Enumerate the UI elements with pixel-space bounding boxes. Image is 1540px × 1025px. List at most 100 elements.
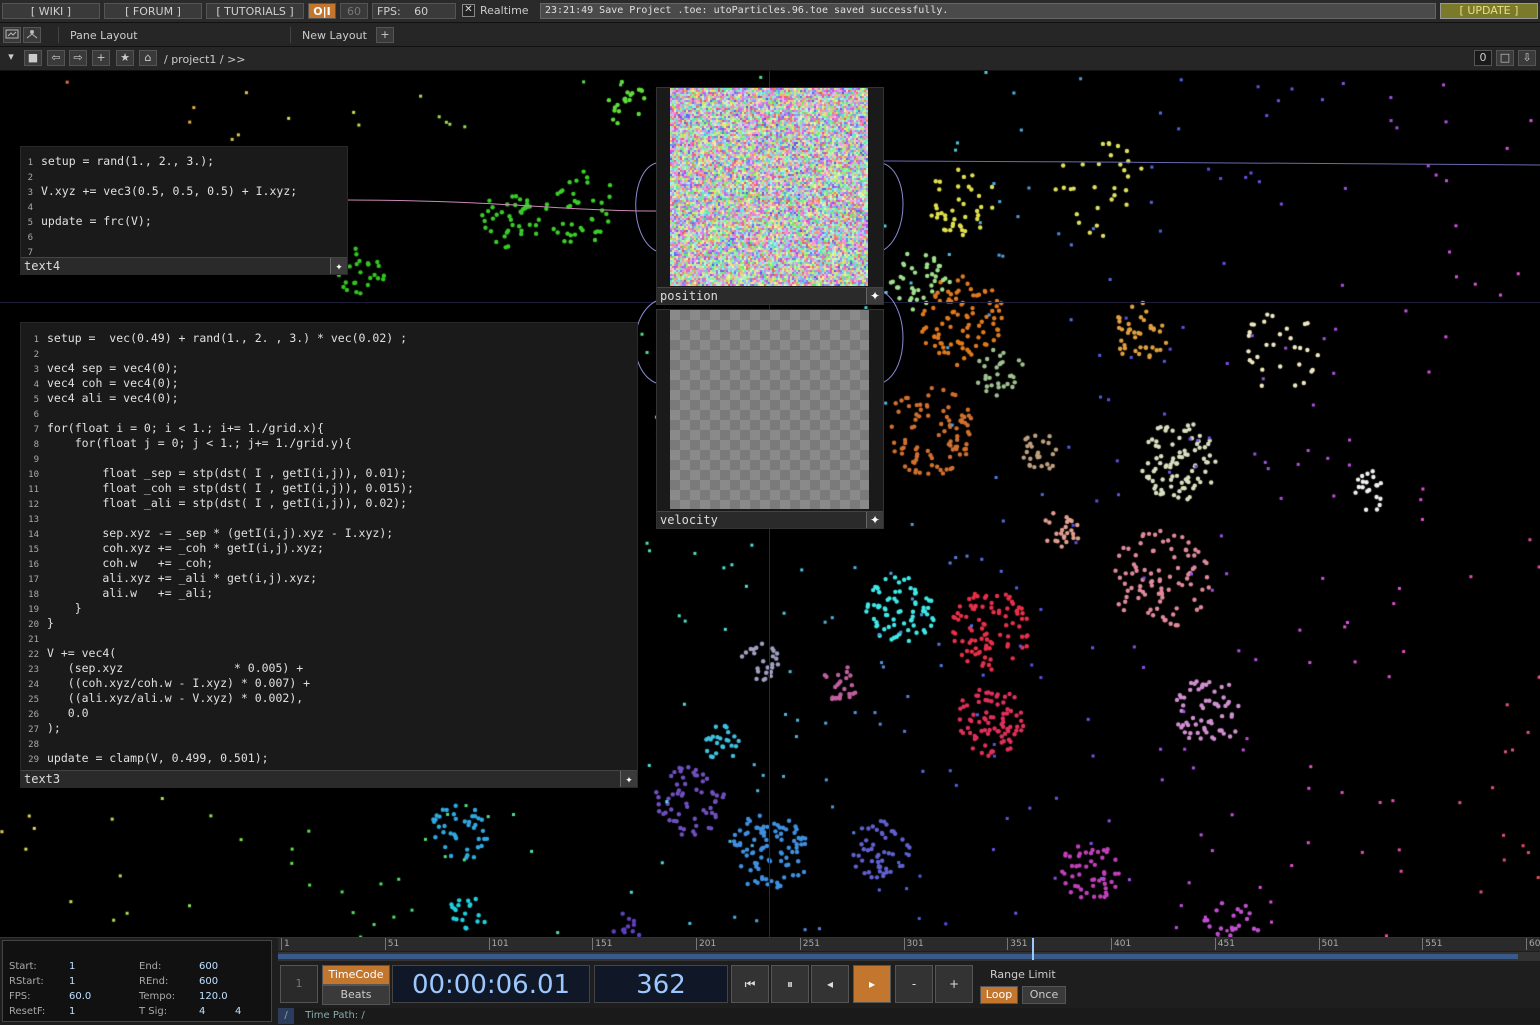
tsig-numerator[interactable]: 4 bbox=[199, 1006, 205, 1017]
code-line[interactable]: 20} bbox=[21, 616, 637, 631]
fps-value[interactable]: 60.0 bbox=[69, 991, 91, 1002]
wiki-button[interactable]: [ WIKI ] bbox=[2, 3, 100, 19]
code-line[interactable]: 26 0.0 bbox=[21, 706, 637, 721]
code-line[interactable]: 7 for(float i = 0; i < 1.; i+= 1./grid.x)… bbox=[21, 421, 637, 436]
breadcrumb[interactable]: / project1 / >> bbox=[164, 53, 246, 66]
viewer-toggle-icon[interactable]: ✦ bbox=[866, 288, 883, 304]
code-line[interactable]: 4 bbox=[21, 199, 347, 214]
resetf-value[interactable]: 1 bbox=[69, 1006, 75, 1017]
text4-code[interactable]: 1 setup = rand(1., 2., 3.); 2 3 V.xyz += vec… bbox=[21, 154, 347, 259]
rewind-button[interactable]: ⏮ bbox=[731, 965, 769, 1003]
once-button[interactable]: Once bbox=[1022, 986, 1066, 1004]
position-top[interactable]: position ✦ bbox=[656, 87, 884, 305]
text3-code[interactable]: 1 setup = vec(0.49) + rand(1., 2. , 3.) *… bbox=[21, 331, 637, 766]
code-line[interactable]: 16 coh.w += _coh; bbox=[21, 556, 637, 571]
beats-button[interactable]: Beats bbox=[322, 985, 390, 1005]
timeline-ruler[interactable]: 151101151201251301351401451501551600 bbox=[278, 938, 1540, 951]
tempo-label: Tempo: bbox=[139, 991, 176, 1002]
maximize-icon[interactable]: □ bbox=[1496, 50, 1514, 66]
code-line[interactable]: 1 setup = vec(0.49) + rand(1., 2. , 3.) *… bbox=[21, 331, 637, 346]
network-editor[interactable]: 1 setup = rand(1., 2., 3.); 2 3 V.xyz += vec… bbox=[0, 71, 1540, 937]
forward-arrow-icon[interactable]: ⇨ bbox=[69, 50, 87, 66]
code-line[interactable]: 8 for(float j = 0; j < 1.; j+= 1./grid.y… bbox=[21, 436, 637, 451]
viewer-toggle-icon[interactable]: ✦ bbox=[866, 512, 883, 528]
viewer-toggle-icon[interactable]: ✦ bbox=[330, 258, 347, 274]
tutorials-button[interactable]: [ TUTORIALS ] bbox=[206, 3, 304, 19]
step-minus-button[interactable]: - bbox=[895, 965, 933, 1003]
add-icon[interactable]: + bbox=[92, 50, 110, 66]
time-path-root[interactable]: / bbox=[278, 1008, 294, 1024]
rstart-value[interactable]: 1 bbox=[69, 976, 75, 987]
perform-toggle-button[interactable]: O|I bbox=[308, 3, 336, 19]
timeline-scrubber[interactable] bbox=[278, 938, 1540, 961]
rend-value[interactable]: 600 bbox=[199, 976, 218, 987]
stop-icon[interactable]: ■ bbox=[24, 50, 42, 66]
loop-button[interactable]: Loop bbox=[980, 986, 1018, 1004]
code-line[interactable]: 21 bbox=[21, 631, 637, 646]
start-value[interactable]: 1 bbox=[69, 961, 75, 972]
update-button[interactable]: [ UPDATE ] bbox=[1440, 3, 1538, 19]
text4-dat[interactable]: 1 setup = rand(1., 2., 3.); 2 3 V.xyz += vec… bbox=[20, 146, 348, 275]
code-line[interactable]: 11 float _coh = stp(dst( I , getI(i,j)),… bbox=[21, 481, 637, 496]
playhead[interactable] bbox=[1031, 938, 1034, 960]
code-line[interactable]: 9 bbox=[21, 451, 637, 466]
code-line[interactable]: 4 vec4 coh = vec4(0); bbox=[21, 376, 637, 391]
network-icon[interactable] bbox=[23, 27, 41, 43]
end-value[interactable]: 600 bbox=[199, 961, 218, 972]
forum-button[interactable]: [ FORUM ] bbox=[104, 3, 202, 19]
code-line[interactable]: 15 coh.xyz += _coh * getI(i,j).xyz; bbox=[21, 541, 637, 556]
code-line[interactable]: 2 bbox=[21, 346, 637, 361]
code-line[interactable]: 22 V += vec4( bbox=[21, 646, 637, 661]
step-plus-button[interactable]: + bbox=[935, 965, 973, 1003]
code-line[interactable]: 6 bbox=[21, 229, 347, 244]
chevron-down-icon[interactable]: ▾ bbox=[2, 50, 20, 66]
realtime-checkbox[interactable]: ✕ bbox=[462, 4, 475, 17]
code-line[interactable]: 28 bbox=[21, 736, 637, 751]
timeline-range-bar bbox=[278, 954, 1518, 959]
tempo-value[interactable]: 120.0 bbox=[199, 991, 228, 1002]
code-line[interactable]: 27); bbox=[21, 721, 637, 736]
frame-display[interactable]: 362 bbox=[594, 965, 728, 1003]
code-line[interactable]: 24 ((coh.xyz/coh.w - I.xyz) * 0.007) + bbox=[21, 676, 637, 691]
add-layout-button[interactable]: + bbox=[376, 27, 394, 43]
code-line[interactable]: 13 bbox=[21, 511, 637, 526]
code-line[interactable]: 19 } bbox=[21, 601, 637, 616]
code-line[interactable]: 3 V.xyz += vec3(0.5, 0.5, 0.5) + I.xyz; bbox=[21, 184, 347, 199]
play-button[interactable]: ▸ bbox=[853, 965, 891, 1003]
code-line[interactable]: 18 ali.w += _ali; bbox=[21, 586, 637, 601]
timecode-display[interactable]: 00:00:06.01 bbox=[392, 965, 590, 1003]
velocity-top[interactable]: velocity ✦ bbox=[656, 309, 884, 529]
fps-limit-button[interactable]: 60 bbox=[340, 3, 368, 19]
code-line[interactable]: 14 sep.xyz -= _sep * (getI(i,j).xyz - I.… bbox=[21, 526, 637, 541]
text3-label[interactable]: text3 bbox=[21, 770, 637, 787]
timecode-button[interactable]: TimeCode bbox=[322, 965, 390, 985]
velocity-label[interactable]: velocity bbox=[657, 511, 883, 528]
code-line[interactable]: 23 (sep.xyz * 0.005) + bbox=[21, 661, 637, 676]
code-line[interactable]: 25 ((ali.xyz/ali.w - V.xyz) * 0.002), bbox=[21, 691, 637, 706]
code-line[interactable]: 12 float _ali = stp(dst( I , getI(i,j)),… bbox=[21, 496, 637, 511]
back-arrow-icon[interactable]: ⇦ bbox=[47, 50, 65, 66]
step-back-button[interactable]: ◂ bbox=[811, 965, 849, 1003]
tsig-denominator[interactable]: 4 bbox=[235, 1006, 241, 1017]
position-label[interactable]: position bbox=[657, 287, 883, 304]
pane-icon[interactable] bbox=[3, 27, 21, 43]
text4-label[interactable]: text4 bbox=[21, 257, 347, 274]
code-text: V.xyz += vec3(0.5, 0.5, 0.5) + I.xyz; bbox=[41, 184, 298, 198]
viewer-toggle-icon[interactable]: ✦ bbox=[620, 771, 637, 787]
download-icon[interactable]: ⇩ bbox=[1518, 50, 1536, 66]
code-line[interactable]: 29 update = clamp(V, 0.499, 0.501); bbox=[21, 751, 637, 766]
code-line[interactable]: 5 update = frc(V); bbox=[21, 214, 347, 229]
code-line[interactable]: 10 float _sep = stp(dst( I , getI(i,j)),… bbox=[21, 466, 637, 481]
code-line[interactable]: 17 ali.xyz += _ali * get(i,j).xyz; bbox=[21, 571, 637, 586]
frame-one-button[interactable]: 1 bbox=[280, 965, 318, 1003]
network-path-bar: ▾ ■ ⇦ ⇨ + ★ ⌂ / project1 / >> 0 □ ⇩ bbox=[0, 47, 1540, 71]
code-line[interactable]: 2 bbox=[21, 169, 347, 184]
code-line[interactable]: 6 bbox=[21, 406, 637, 421]
home-icon[interactable]: ⌂ bbox=[139, 50, 157, 66]
code-line[interactable]: 5 vec4 ali = vec4(0); bbox=[21, 391, 637, 406]
pause-button[interactable]: ⏸ bbox=[771, 965, 809, 1003]
code-line[interactable]: 3 vec4 sep = vec4(0); bbox=[21, 361, 637, 376]
star-icon[interactable]: ★ bbox=[116, 50, 134, 66]
code-line[interactable]: 1 setup = rand(1., 2., 3.); bbox=[21, 154, 347, 169]
text3-dat[interactable]: 1 setup = vec(0.49) + rand(1., 2. , 3.) *… bbox=[20, 322, 638, 788]
